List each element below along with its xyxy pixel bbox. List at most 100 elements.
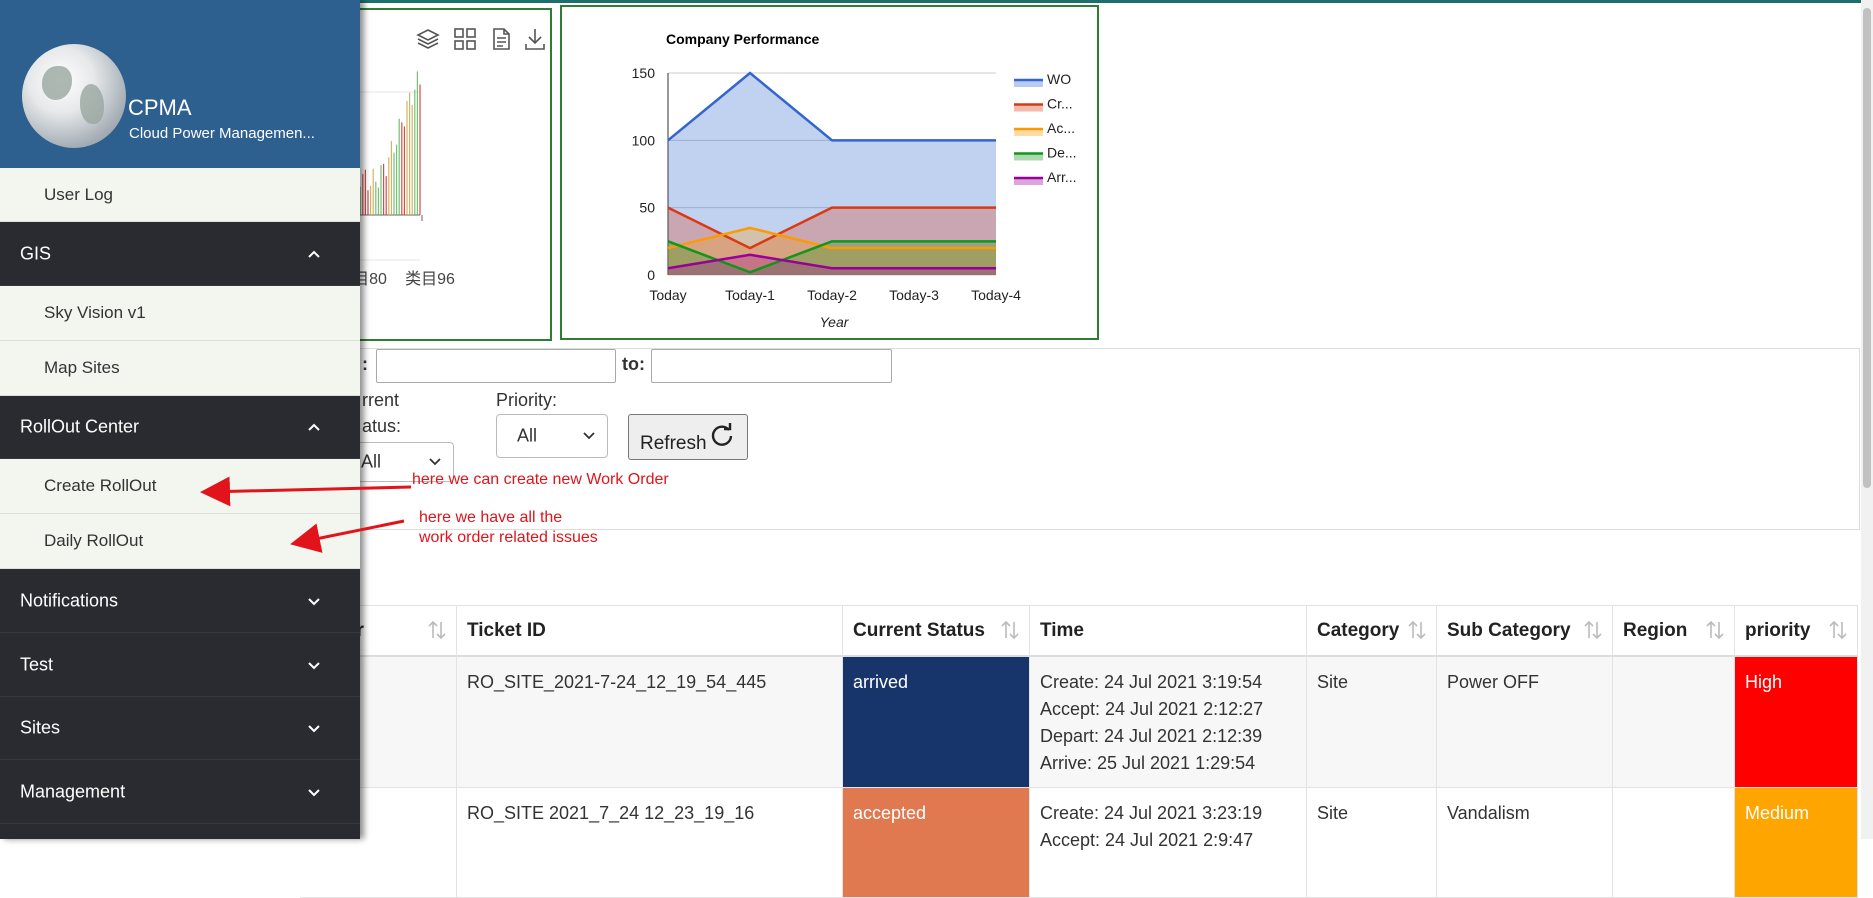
table-cell-status: arrived: [843, 657, 1030, 788]
chevron-down-icon[interactable]: [306, 720, 322, 736]
layers-icon[interactable]: [415, 26, 441, 52]
time-line: Create: 24 Jul 2021 3:19:54: [1040, 672, 1263, 692]
status-label-line2: atus:: [362, 416, 402, 436]
chevron-up-icon[interactable]: [306, 419, 322, 435]
sort-icon[interactable]: [1706, 620, 1724, 640]
sidebar-item-gis[interactable]: GIS: [0, 222, 360, 286]
status-label-line1: rrent: [362, 390, 400, 410]
sidebar-item-map-sites[interactable]: Map Sites: [0, 341, 360, 396]
chevron-down-icon[interactable]: [306, 784, 322, 800]
y-tick-label: 150: [632, 65, 656, 81]
x-tick-label: Today-1: [725, 287, 775, 303]
sidebar-item-user-log[interactable]: User Log: [0, 168, 360, 222]
brand-subtitle: Cloud Power Managemen...: [129, 125, 315, 142]
sidebar-item-sites[interactable]: Sites: [0, 697, 360, 760]
legend-label[interactable]: Arr...: [1047, 169, 1077, 185]
table-cell-ticket-id[interactable]: RO_SITE_2021-7-24_12_19_54_445: [457, 657, 843, 788]
column-header-sub-category[interactable]: Sub Category: [1437, 605, 1613, 657]
time-line: Arrive: 25 Jul 2021 1:29:54: [1040, 753, 1256, 773]
download-icon[interactable]: [522, 26, 548, 52]
sidebar-item-label: Notifications: [20, 590, 119, 610]
brand-title: CPMA: [128, 95, 192, 120]
globe-logo: [22, 44, 126, 148]
sort-icon[interactable]: [1001, 620, 1019, 640]
company-performance-chart: Company Performance Year 0 50 100 150 Today T…: [632, 31, 1077, 330]
annotation-create: here we can create new Work Order: [412, 471, 669, 488]
date-from-input[interactable]: [376, 349, 616, 383]
sidebar-item-rollout-center[interactable]: RollOut Center: [0, 396, 360, 459]
column-header-time[interactable]: Time: [1030, 605, 1307, 657]
legend-label[interactable]: WO: [1047, 71, 1071, 87]
sort-icon[interactable]: [1829, 620, 1847, 640]
column-header-label: Time: [1040, 620, 1085, 641]
column-header-label: Category: [1317, 620, 1400, 641]
column-header-label: priority: [1745, 620, 1811, 641]
column-header-label: Region: [1623, 620, 1688, 641]
column-header-region[interactable]: Region: [1613, 605, 1735, 657]
chevron-down-icon[interactable]: [306, 593, 322, 609]
x-tick-label: Today: [649, 287, 686, 303]
table-cell-time: Create: 24 Jul 2021 3:19:54 Accept: 24 Ju…: [1030, 657, 1307, 788]
sidebar-item-label: User Log: [44, 184, 113, 204]
sidebar-item-label: GIS: [20, 243, 52, 263]
x-tick-label: Today-4: [971, 287, 1021, 303]
page-scrollbar[interactable]: [1861, 0, 1873, 839]
column-header-current-status[interactable]: Current Status: [843, 605, 1030, 657]
time-line: Accept: 24 Jul 2021 2:12:27: [1040, 699, 1264, 719]
table-cell-priority: High: [1735, 657, 1858, 788]
legend-label[interactable]: De...: [1047, 145, 1077, 161]
table-cell-category: Site: [1307, 657, 1437, 788]
table-cell-status: accepted: [843, 788, 1030, 898]
refresh-icon: [711, 423, 733, 446]
sidebar-item-notifications[interactable]: Notifications: [0, 569, 360, 633]
sidebar-item-label: Create RollOut: [44, 476, 157, 495]
sidebar-item-daily-rollout[interactable]: Daily RollOut: [0, 514, 360, 569]
priority-select[interactable]: All: [496, 414, 608, 458]
sidebar-item-label: Test: [20, 654, 54, 674]
company-performance-panel: Company Performance Year 0 50 100 150 Today T…: [560, 5, 1099, 340]
sidebar-item-label: Management: [20, 781, 126, 801]
sidebar-item-label: Sites: [20, 717, 61, 738]
priority-select-value: All: [517, 425, 538, 446]
chart-title: Company Performance: [666, 31, 819, 47]
x-tick-label: Today-2: [807, 287, 857, 303]
time-line: Create: 24 Jul 2021 3:23:19: [1040, 803, 1263, 823]
grid-icon[interactable]: [452, 26, 478, 52]
refresh-button-label: Refresh: [640, 433, 707, 454]
priority-label: Priority:: [496, 390, 558, 410]
column-header-ticket-id[interactable]: Ticket ID: [457, 605, 843, 657]
column-header-label: Ticket ID: [467, 620, 546, 641]
legend-label[interactable]: Cr...: [1047, 96, 1073, 112]
column-header-category[interactable]: Category: [1307, 605, 1437, 657]
brand-header: CPMA Cloud Power Managemen...: [0, 0, 360, 168]
scrollbar-thumb[interactable]: [1863, 8, 1871, 488]
sidebar-item-sky-vision-v1[interactable]: Sky Vision v1: [0, 286, 360, 341]
chevron-down-icon[interactable]: [306, 657, 322, 673]
document-icon[interactable]: [488, 26, 514, 52]
sidebar-item-label: Map Sites: [44, 358, 120, 377]
table-cell-sub-category: Power OFF: [1437, 657, 1613, 788]
sidebar-item-test[interactable]: Test: [0, 633, 360, 697]
sort-icon[interactable]: [1584, 620, 1602, 640]
table-cell-ticket-id[interactable]: RO_SITE 2021_7_24 12_23_19_16: [457, 788, 843, 898]
y-tick-label: 100: [632, 132, 656, 148]
sidebar-item-label: Daily RollOut: [44, 531, 144, 550]
sidebar-item-label: RollOut Center: [20, 416, 140, 437]
legend-label[interactable]: Ac...: [1047, 120, 1075, 136]
y-tick-label: 0: [647, 267, 655, 283]
sort-icon[interactable]: [428, 620, 446, 640]
sort-icon[interactable]: [1408, 620, 1426, 640]
sidebar-item-create-rollout[interactable]: Create RollOut: [0, 459, 360, 514]
x-tick-label: Today-3: [889, 287, 939, 303]
date-to-input[interactable]: [651, 349, 892, 383]
chart-x-axis-label: Year: [820, 314, 850, 330]
table-cell-region: [1613, 657, 1735, 788]
column-header-priority[interactable]: priority: [1735, 605, 1858, 657]
chevron-down-icon: [429, 458, 441, 466]
table-cell-priority: Medium: [1735, 788, 1858, 898]
table-cell-time: Create: 24 Jul 2021 3:23:19 Accept: 24 Ju…: [1030, 788, 1307, 898]
time-line: Depart: 24 Jul 2021 2:12:39: [1040, 726, 1263, 746]
refresh-button[interactable]: Refresh: [628, 414, 748, 460]
sidebar-item-management[interactable]: Management: [0, 760, 360, 824]
chevron-up-icon[interactable]: [306, 246, 322, 262]
